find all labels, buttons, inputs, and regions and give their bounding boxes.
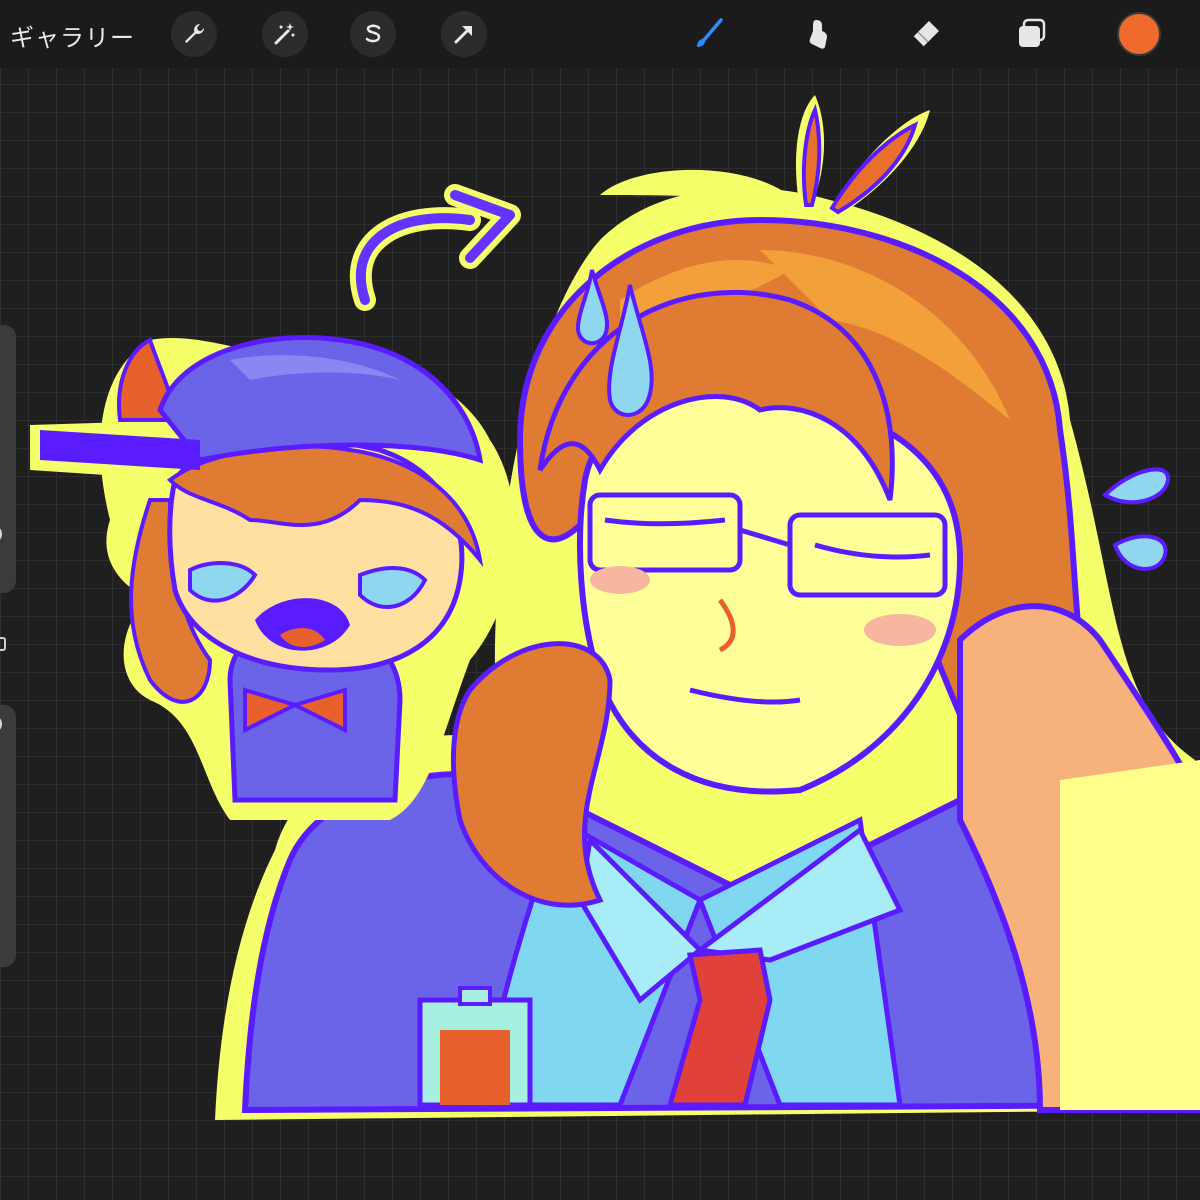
girl-cap xyxy=(157,335,484,464)
eraser-icon xyxy=(912,21,939,48)
arrow-cursor-icon xyxy=(454,26,472,44)
adjustments-button[interactable] xyxy=(262,11,308,57)
top-toolbar: ギャラリー xyxy=(0,0,1200,68)
smudge-tool-button[interactable] xyxy=(795,12,839,56)
color-picker-button[interactable] xyxy=(1117,12,1161,56)
eraser-tool-button[interactable] xyxy=(903,12,947,56)
wrench-icon xyxy=(185,24,204,43)
selection-s-icon xyxy=(365,24,381,43)
transform-button[interactable] xyxy=(441,11,487,57)
procreate-app: ギャラリー xyxy=(0,0,1200,1200)
actions-button[interactable] xyxy=(171,11,217,57)
gallery-button[interactable]: ギャラリー xyxy=(10,18,135,53)
layers-icon xyxy=(1019,18,1046,47)
drawing-canvas[interactable] xyxy=(0,68,1200,1200)
brush-tool-button[interactable] xyxy=(687,12,731,56)
layers-button[interactable] xyxy=(1010,12,1054,56)
selection-button[interactable] xyxy=(350,11,396,57)
arrow-outline xyxy=(349,207,481,311)
brush-icon xyxy=(697,18,723,47)
magic-wand-icon xyxy=(274,23,295,45)
smudge-icon xyxy=(809,20,827,49)
